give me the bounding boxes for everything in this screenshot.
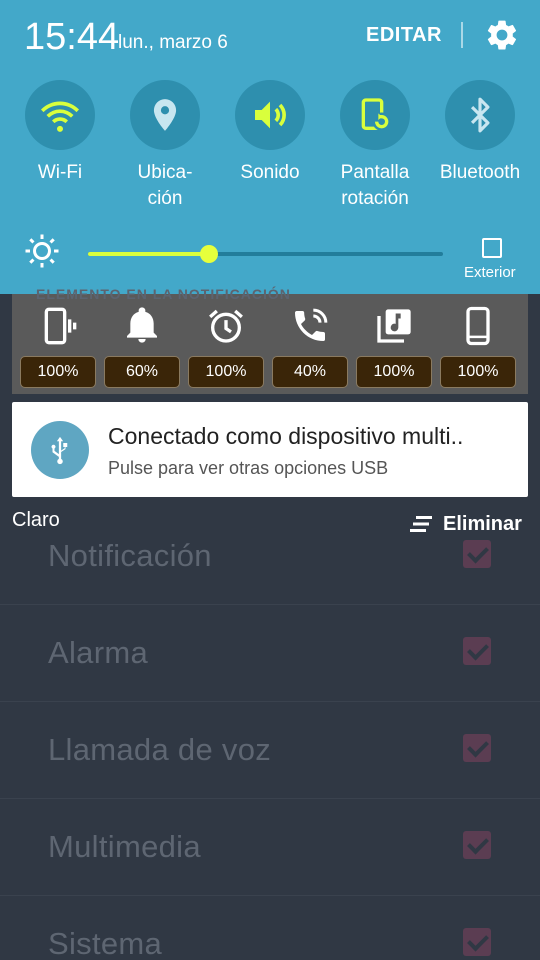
phone-ringing-icon <box>295 308 328 341</box>
usb-notification-card[interactable]: Conectado como dispositivo multi.. Pulse… <box>12 402 528 497</box>
list-item-label: Multimedia <box>48 829 201 864</box>
list-item-label: Llamada de voz <box>48 732 272 767</box>
toggle-label: Pantalla rotación <box>340 162 410 209</box>
checkbox[interactable] <box>463 928 491 956</box>
list-item-label: Alarma <box>48 635 148 670</box>
volume-value: 100% <box>356 356 432 388</box>
toggle-bluetooth[interactable]: Bluetooth <box>430 80 530 186</box>
volume-value: 40% <box>272 356 348 388</box>
volume-item-ringer[interactable]: 100% <box>18 300 98 390</box>
divider <box>461 22 463 48</box>
toggle-label: Bluetooth <box>439 162 521 183</box>
volume-value: 100% <box>188 356 264 388</box>
speaker-icon <box>255 101 286 129</box>
toggle-circle <box>130 80 200 150</box>
clear-all-button[interactable]: Eliminar <box>410 511 522 537</box>
checkbox[interactable] <box>463 540 491 568</box>
screen-rotation-icon <box>361 98 391 131</box>
list-item[interactable]: Llamada de voz <box>0 702 540 799</box>
toggle-label: Sonido <box>240 162 300 183</box>
volume-item-alarm[interactable]: 100% <box>186 300 266 390</box>
toggle-location[interactable]: Ubica- ción <box>115 80 215 212</box>
volume-item-notification[interactable]: 60% <box>102 300 182 390</box>
volume-value: 100% <box>440 356 516 388</box>
toggle-circle <box>340 80 410 150</box>
usb-icon-badge <box>31 421 89 479</box>
phone-vibrate-icon <box>44 307 77 345</box>
list-item[interactable]: Alarma <box>0 605 540 702</box>
toggle-wifi[interactable]: Wi-Fi <box>10 80 110 186</box>
toggle-circle <box>25 80 95 150</box>
checkbox[interactable] <box>463 734 491 762</box>
volume-item-voice-call[interactable]: 40% <box>270 300 350 390</box>
brightness-slider[interactable] <box>88 245 443 263</box>
bell-icon <box>127 307 157 343</box>
list-item[interactable]: Multimedia <box>0 799 540 896</box>
volume-item-system[interactable]: 100% <box>438 300 518 390</box>
music-library-icon <box>377 309 411 343</box>
smartphone-icon <box>466 306 490 346</box>
bluetooth-icon <box>470 97 490 133</box>
toggle-sound[interactable]: Sonido <box>220 80 320 186</box>
volume-value: 60% <box>104 356 180 388</box>
wifi-icon <box>41 101 79 132</box>
usb-icon <box>51 436 68 465</box>
toggle-screen-rotation[interactable]: Pantalla rotación <box>325 80 425 212</box>
brightness-slider-fill <box>88 252 209 256</box>
quick-settings-panel: 15:44 lun., marzo 6 EDITAR Wi-Fi Ubica- … <box>0 0 540 294</box>
checkbox[interactable] <box>463 831 491 859</box>
usb-notification-subtitle: Pulse para ver otras opciones USB <box>108 458 389 478</box>
clear-all-icon <box>410 516 432 532</box>
alarm-clock-icon <box>209 309 243 343</box>
toggle-label: Ubica- ción <box>137 162 193 209</box>
volume-value: 100% <box>20 356 96 388</box>
usb-notification-title: Conectado como dispositivo multi.. <box>108 423 464 449</box>
edit-button[interactable]: EDITAR <box>366 24 442 47</box>
carrier-label: Claro <box>12 509 60 531</box>
clear-all-label: Eliminar <box>443 512 522 535</box>
outdoor-checkbox[interactable] <box>482 238 502 258</box>
list-item[interactable]: Sistema <box>0 896 540 960</box>
list-item-label: Notificación <box>48 538 212 573</box>
toggle-circle <box>235 80 305 150</box>
widget-title: ELEMENTO EN LA NOTIFICACIÓN <box>36 286 291 300</box>
outdoor-label: Exterior <box>464 264 516 281</box>
checkbox[interactable] <box>463 637 491 665</box>
volume-item-media[interactable]: 100% <box>354 300 434 390</box>
toggle-circle <box>445 80 515 150</box>
gear-icon[interactable] <box>484 17 520 53</box>
toggle-label: Wi-Fi <box>37 162 83 183</box>
status-clock: 15:44 <box>24 16 120 58</box>
volume-widget-notification[interactable]: ELEMENTO EN LA NOTIFICACIÓN 100% 60% 100… <box>12 286 528 394</box>
status-date: lun., marzo 6 <box>118 32 228 53</box>
brightness-auto-icon[interactable] <box>24 233 60 269</box>
brightness-slider-thumb[interactable] <box>199 245 218 263</box>
location-pin-icon <box>153 99 177 131</box>
list-item-label: Sistema <box>48 926 163 960</box>
